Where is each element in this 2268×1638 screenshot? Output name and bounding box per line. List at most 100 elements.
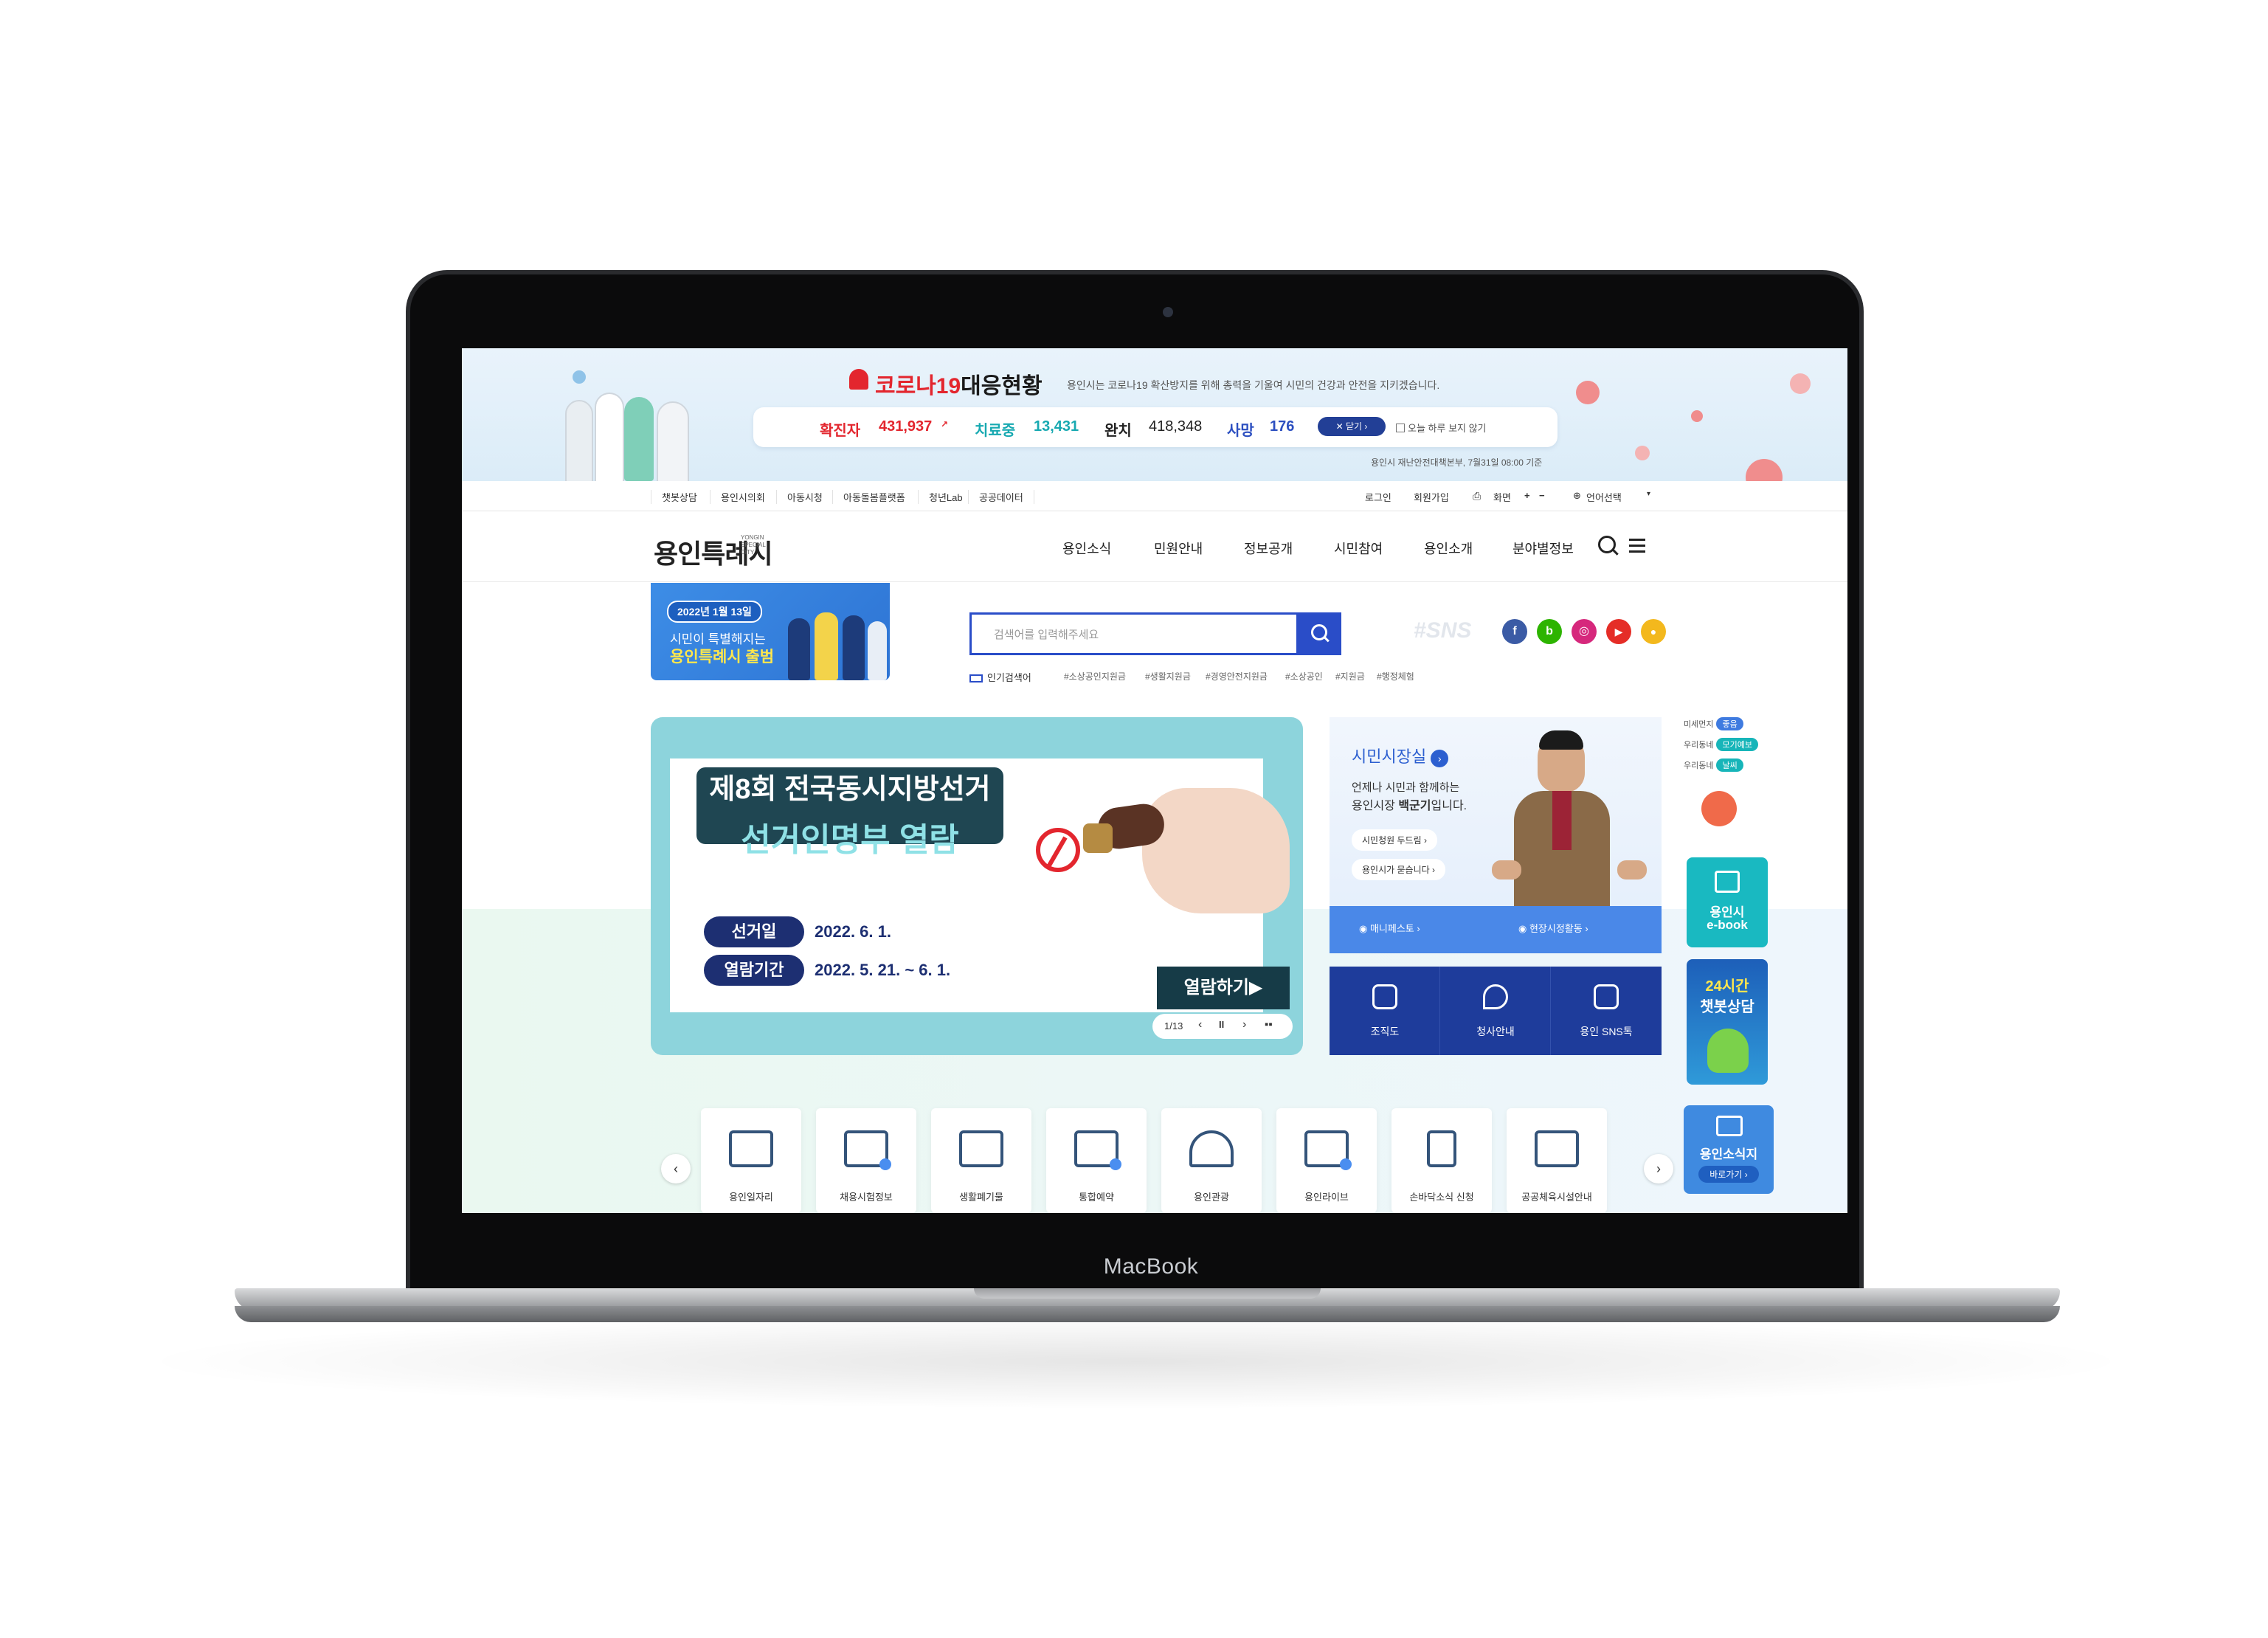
nav-about[interactable]: 용인소개 — [1424, 539, 1473, 558]
next-icon[interactable]: › — [1242, 1018, 1246, 1031]
tag-6[interactable]: #행정체험 — [1377, 670, 1414, 682]
tag-1[interactable]: #소상공인지원금 — [1064, 670, 1126, 682]
grid-icon[interactable]: ▪▪ — [1265, 1018, 1273, 1031]
camera-icon — [1163, 307, 1173, 317]
truck-icon — [959, 1130, 1003, 1167]
search-icon[interactable] — [1598, 536, 1616, 553]
mayor-hand — [1492, 860, 1521, 880]
manifesto-link[interactable]: ◉ 매니페스토 › — [1359, 921, 1420, 935]
util-link-youthlab[interactable]: 청년Lab — [918, 490, 973, 504]
device-label: MacBook — [1103, 1254, 1199, 1279]
search-button[interactable] — [1296, 612, 1341, 655]
external-link-icon[interactable]: ↗ — [941, 419, 948, 429]
service-jobs[interactable]: 용인일자리 — [701, 1108, 801, 1213]
survey-link[interactable]: 용인시가 묻습니다 › — [1352, 859, 1445, 880]
globe-icon: ⊕ — [1573, 490, 1581, 501]
petition-link[interactable]: 시민청원 두드림 › — [1352, 829, 1437, 851]
nav-info[interactable]: 정보공개 — [1244, 539, 1293, 558]
services-next-button[interactable]: › — [1644, 1154, 1673, 1183]
air-mosquito[interactable]: 우리동네 모기예보 — [1684, 738, 1758, 751]
quick-sns-talk[interactable]: 용인 SNS톡 — [1551, 967, 1662, 1055]
zoom-in-button[interactable]: + — [1524, 490, 1530, 501]
util-link-chatbot[interactable]: 챗봇상담 — [651, 490, 708, 504]
special-city-banner[interactable]: 2022년 1월 13일 시민이 특별해지는 용인특례시 출범 — [651, 583, 890, 680]
tag-5[interactable]: #지원금 — [1335, 670, 1365, 682]
laptop-shadow — [133, 1313, 2140, 1409]
check-icon — [1110, 1158, 1121, 1170]
virus-icon — [1790, 373, 1811, 394]
nav-civil[interactable]: 민원안내 — [1154, 539, 1203, 558]
pause-icon[interactable]: II — [1219, 1019, 1224, 1030]
service-label: 채용시험정보 — [840, 1192, 893, 1203]
newsletter-link[interactable]: 용인소식지 바로가기 › — [1684, 1105, 1774, 1194]
service-waste[interactable]: 생활폐기물 — [931, 1108, 1031, 1213]
nav-news[interactable]: 용인소식 — [1062, 539, 1111, 558]
service-label: 용인일자리 — [729, 1192, 773, 1203]
banner-line2: 용인특례시 출범 — [670, 649, 775, 666]
prev-icon[interactable]: ‹ — [1198, 1018, 1202, 1031]
service-label: 생활폐기물 — [959, 1192, 1003, 1203]
services-prev-button[interactable]: ‹ — [661, 1154, 691, 1183]
magnifier-icon — [879, 1158, 891, 1170]
chatbot-link[interactable]: 24시간 챗봇상담 — [1687, 959, 1768, 1085]
service-palm-news[interactable]: 손바닥소식 신청 — [1391, 1108, 1492, 1213]
search-icon — [1311, 624, 1327, 640]
not-today-checkbox[interactable]: 오늘 하루 보지 않기 — [1396, 421, 1487, 435]
service-recruit[interactable]: 채용시험정보 — [816, 1108, 916, 1213]
mayor-title[interactable]: 시민시장실 › — [1352, 744, 1449, 767]
popular-label-text: 인기검색어 — [987, 672, 1031, 683]
newsletter-button[interactable]: 바로가기 › — [1698, 1166, 1759, 1183]
chatbot-line1: 24시간 — [1705, 978, 1749, 995]
menu-icon[interactable] — [1629, 539, 1645, 541]
ebook-link[interactable]: 용인시 e-book — [1687, 857, 1768, 947]
mayor-line2-pre: 용인시장 — [1352, 800, 1399, 812]
search-input[interactable]: 검색어를 입력해주세요 — [994, 626, 1099, 642]
slider-pager: 1/13 ‹ II › ▪▪ — [1152, 1014, 1293, 1039]
mayor-line1: 언제나 시민과 함께하는 — [1352, 781, 1460, 794]
nav-field-info[interactable]: 분야별정보 — [1512, 539, 1574, 558]
slide-title-2: 선거인명부 열람 — [741, 822, 959, 858]
nav-participation[interactable]: 시민참여 — [1334, 539, 1383, 558]
tag-3[interactable]: #경영안전지원금 — [1206, 670, 1268, 682]
main-visual-slider[interactable]: 제8회 전국동시지방선거 선거인명부 열람 선거일 2022. 6. 1. 열람… — [651, 717, 1303, 1055]
slide-label-election-day: 선거일 — [704, 916, 804, 947]
join-link[interactable]: 회원가입 — [1414, 490, 1449, 504]
util-link-kids[interactable]: 아동시청 — [776, 490, 833, 504]
service-live[interactable]: 용인라이브 — [1276, 1108, 1377, 1213]
open-button[interactable]: 열람하기▶ — [1157, 967, 1290, 1009]
covid-close-button[interactable]: ✕ 닫기 › — [1318, 417, 1386, 436]
person-illustration — [868, 621, 887, 680]
service-label: 손바닥소식 신청 — [1409, 1192, 1474, 1203]
person-illustration — [815, 612, 838, 680]
util-link-council[interactable]: 용인시의회 — [710, 490, 775, 504]
service-reservation[interactable]: 통합예약 — [1046, 1108, 1147, 1213]
youtube-icon[interactable]: ▶ — [1606, 619, 1631, 644]
stat-confirmed-label: 확진자 — [820, 423, 861, 439]
print-icon[interactable]: ⎙ — [1473, 490, 1481, 502]
field-activity-link[interactable]: ◉ 현장시정활동 › — [1518, 921, 1588, 935]
air-weather[interactable]: 우리동네 날씨 — [1684, 758, 1743, 772]
util-link-childcare[interactable]: 아동돌봄플랫폼 — [832, 490, 916, 504]
service-label: 공공체육시설안내 — [1521, 1192, 1592, 1203]
stamp-head-illustration — [1083, 823, 1113, 853]
siren-icon — [849, 369, 868, 390]
service-tourism[interactable]: 용인관광 — [1161, 1108, 1262, 1213]
quick-city-hall[interactable]: 청사안내 — [1440, 967, 1551, 1055]
login-link[interactable]: 로그인 — [1365, 490, 1391, 504]
zoom-out-button[interactable]: − — [1539, 490, 1545, 501]
chevron-down-icon: ▾ — [1647, 490, 1651, 498]
kakao-icon[interactable]: ● — [1641, 619, 1666, 644]
blog-icon[interactable]: b — [1537, 619, 1562, 644]
laptop-notch — [974, 1288, 1321, 1299]
air-fine-dust[interactable]: 미세먼지 좋음 — [1684, 717, 1743, 730]
facebook-icon[interactable]: f — [1502, 619, 1527, 644]
tag-4[interactable]: #소상공인 — [1285, 670, 1323, 682]
tag-2[interactable]: #생활지원금 — [1145, 670, 1191, 682]
util-link-opendata[interactable]: 공공데이터 — [968, 490, 1034, 504]
quick-org-chart[interactable]: 조직도 — [1330, 967, 1440, 1055]
language-select[interactable]: 언어선택 — [1586, 490, 1622, 504]
service-sports[interactable]: 공공체육시설안내 — [1507, 1108, 1607, 1213]
mayor-panel: 시민시장실 › 언제나 시민과 함께하는 용인시장 백군기입니다. 시민청원 두드… — [1330, 717, 1662, 953]
instagram-icon[interactable]: ◎ — [1572, 619, 1597, 644]
air-badge: 좋음 — [1716, 717, 1743, 730]
